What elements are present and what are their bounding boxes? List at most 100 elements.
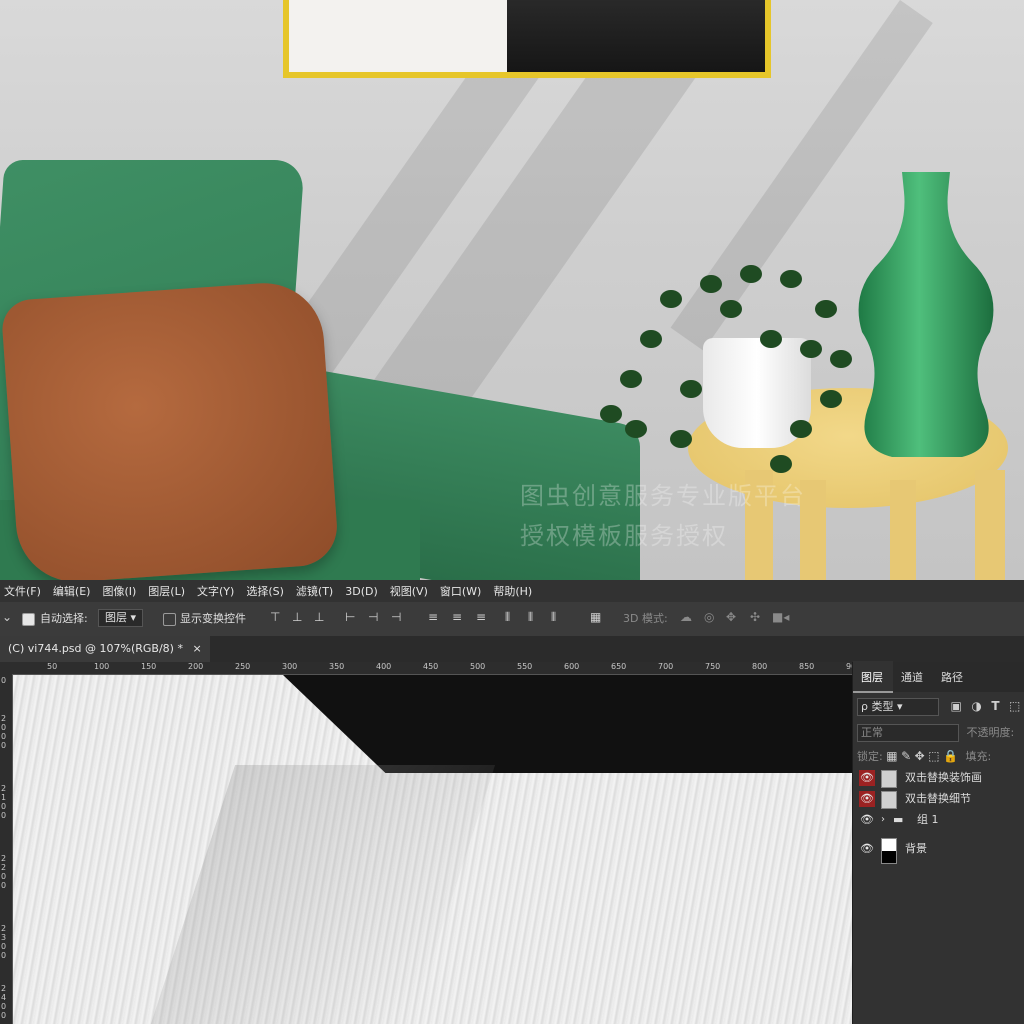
smart-object-thumbnail — [881, 770, 897, 788]
distribute-right-icon[interactable]: ⫴ — [551, 610, 556, 625]
layer-row[interactable]: 👁 双击替换细节 — [853, 789, 1024, 809]
align-bottom-icon[interactable]: ⊥ — [314, 610, 324, 624]
layer-row[interactable]: 👁 › ▬ 组 1 — [853, 810, 1024, 830]
auto-align-icon[interactable]: ▦ — [590, 610, 601, 624]
ruler-label: 2 4 0 0 — [1, 984, 7, 1020]
menu-view[interactable]: 视图(V) — [386, 583, 436, 599]
layer-filter-select[interactable]: ρ 类型 ▾ — [857, 698, 939, 716]
ruler-label: 400 — [376, 662, 392, 671]
filter-pixel-icon[interactable]: ▣ — [951, 699, 962, 713]
canvas-shade — [150, 765, 496, 1024]
auto-select-checkbox[interactable] — [22, 613, 35, 626]
lock-pixels-icon[interactable]: ▦ — [886, 749, 897, 763]
distribute-left-icon[interactable]: ⫴ — [505, 610, 510, 625]
ruler-label: 750 — [705, 662, 721, 671]
horizontal-ruler: 50 100 150 200 250 300 350 400 450 500 5… — [0, 662, 852, 675]
menu-type[interactable]: 文字(Y) — [193, 583, 242, 599]
menu-bar: 文件(F) 编辑(E) 图像(I) 图层(L) 文字(Y) 选择(S) 滤镜(T… — [0, 580, 1024, 602]
3d-rotate-icon[interactable]: ☁ — [680, 610, 692, 624]
show-transform-checkbox[interactable] — [163, 613, 176, 626]
frame-art-light — [289, 0, 507, 72]
tab-paths[interactable]: 路径 — [933, 669, 973, 685]
ruler-label: 450 — [423, 662, 439, 671]
align-left-icon[interactable]: ⊢ — [345, 610, 355, 624]
ruler-label: 650 — [611, 662, 627, 671]
vertical-ruler: 0 2 0 0 0 2 1 0 0 2 2 0 0 2 3 0 0 2 4 0 … — [0, 674, 13, 1024]
filter-adjust-icon[interactable]: ◑ — [971, 699, 981, 713]
layer-filter-row: ρ 类型 ▾ ▣ ◑ T ⬚ — [853, 698, 1024, 716]
auto-select-dropdown[interactable]: 图层 ▾ — [98, 609, 144, 627]
menu-edit[interactable]: 编辑(E) — [49, 583, 99, 599]
folder-icon: ▬ — [893, 813, 904, 826]
frame-art-dark — [507, 0, 765, 72]
menu-help[interactable]: 帮助(H) — [489, 583, 540, 599]
3d-scale-icon[interactable]: ■◂ — [772, 610, 789, 624]
watermark-text: 图虫创意服务专业版平台 — [520, 482, 806, 510]
show-transform-label: 显示变换控件 — [180, 612, 246, 625]
tab-channels[interactable]: 通道 — [893, 669, 933, 685]
filter-shape-icon[interactable]: ⬚ — [1009, 699, 1020, 713]
watermark-text: 授权模板服务授权 — [520, 522, 728, 550]
lock-paint-icon[interactable]: ✎ — [901, 749, 911, 763]
ruler-label: 300 — [282, 662, 298, 671]
3d-slide-icon[interactable]: ✣ — [750, 610, 760, 624]
auto-select-label: 自动选择: — [40, 612, 88, 625]
layer-row[interactable]: 👁 双击替换装饰画 — [853, 768, 1024, 788]
mode-3d-label: 3D 模式: — [623, 612, 668, 625]
lock-all-icon[interactable]: 🔒 — [943, 749, 958, 763]
lock-artboard-icon[interactable]: ⬚ — [928, 749, 939, 763]
ruler-label: 500 — [470, 662, 486, 671]
menu-image[interactable]: 图像(I) — [98, 583, 144, 599]
document-tab-title: (C) vi744.psd @ 107%(RGB/8) * — [8, 642, 183, 655]
background-thumbnail — [881, 838, 897, 864]
visibility-eye-icon[interactable]: 👁 — [859, 841, 875, 857]
menu-window[interactable]: 窗口(W) — [436, 583, 489, 599]
canvas-black-area — [283, 675, 852, 773]
3d-roll-icon[interactable]: ◎ — [704, 610, 714, 624]
preview-photo: 图虫创意服务专业版平台 授权模板服务授权 — [0, 0, 1024, 580]
document-tab[interactable]: (C) vi744.psd @ 107%(RGB/8) * × — [0, 636, 210, 662]
ruler-label: 2 3 0 0 — [1, 924, 7, 960]
smart-object-thumbnail — [881, 791, 897, 809]
align-top-icon[interactable]: ⊤ — [270, 610, 280, 624]
distribute-hcenter-icon[interactable]: ⫴ — [528, 610, 533, 625]
distribute-top-icon[interactable]: ≡ — [428, 610, 438, 624]
lock-position-icon[interactable]: ✥ — [915, 749, 925, 763]
layer-row[interactable]: 👁 背景 — [853, 836, 1024, 864]
table-leg — [975, 470, 1005, 580]
ruler-label: 800 — [752, 662, 768, 671]
ruler-label: 350 — [329, 662, 345, 671]
visibility-eye-icon[interactable]: 👁 — [859, 770, 875, 786]
close-tab-icon[interactable]: × — [192, 642, 201, 655]
align-vcenter-icon[interactable]: ⊥ — [292, 610, 302, 624]
blend-mode-select[interactable]: 正常 — [857, 724, 959, 742]
table-leg — [890, 480, 916, 580]
tool-preset-chevron-icon[interactable]: ⌄ — [2, 610, 12, 624]
group-expand-chevron-icon[interactable]: › — [881, 810, 885, 830]
ruler-label: 600 — [564, 662, 580, 671]
layer-name: 双击替换细节 — [905, 792, 971, 805]
menu-file[interactable]: 文件(F) — [0, 583, 49, 599]
tab-layers[interactable]: 图层 — [853, 661, 893, 693]
distribute-vcenter-icon[interactable]: ≡ — [452, 610, 462, 624]
menu-3d[interactable]: 3D(D) — [341, 585, 386, 598]
document-canvas[interactable] — [13, 675, 852, 1024]
visibility-eye-icon[interactable]: 👁 — [859, 791, 875, 807]
visibility-eye-icon[interactable]: 👁 — [859, 812, 875, 828]
filter-type-icon[interactable]: T — [991, 699, 999, 713]
menu-filter[interactable]: 滤镜(T) — [292, 583, 341, 599]
green-vase — [858, 172, 994, 457]
align-hcenter-icon[interactable]: ⊣ — [368, 610, 378, 624]
layers-panel-tabs: 图层 通道 路径 — [853, 661, 1024, 693]
distribute-bottom-icon[interactable]: ≡ — [476, 610, 486, 624]
menu-select[interactable]: 选择(S) — [242, 583, 292, 599]
layer-name: 双击替换装饰画 — [905, 771, 982, 784]
ruler-label: 900 — [846, 662, 852, 671]
menu-layer[interactable]: 图层(L) — [144, 583, 193, 599]
3d-pan-icon[interactable]: ✥ — [726, 610, 736, 624]
ruler-label: 250 — [235, 662, 251, 671]
ruler-label: 550 — [517, 662, 533, 671]
fill-label: 填充: — [965, 750, 992, 763]
align-right-icon[interactable]: ⊣ — [391, 610, 401, 624]
ruler-label: 850 — [799, 662, 815, 671]
